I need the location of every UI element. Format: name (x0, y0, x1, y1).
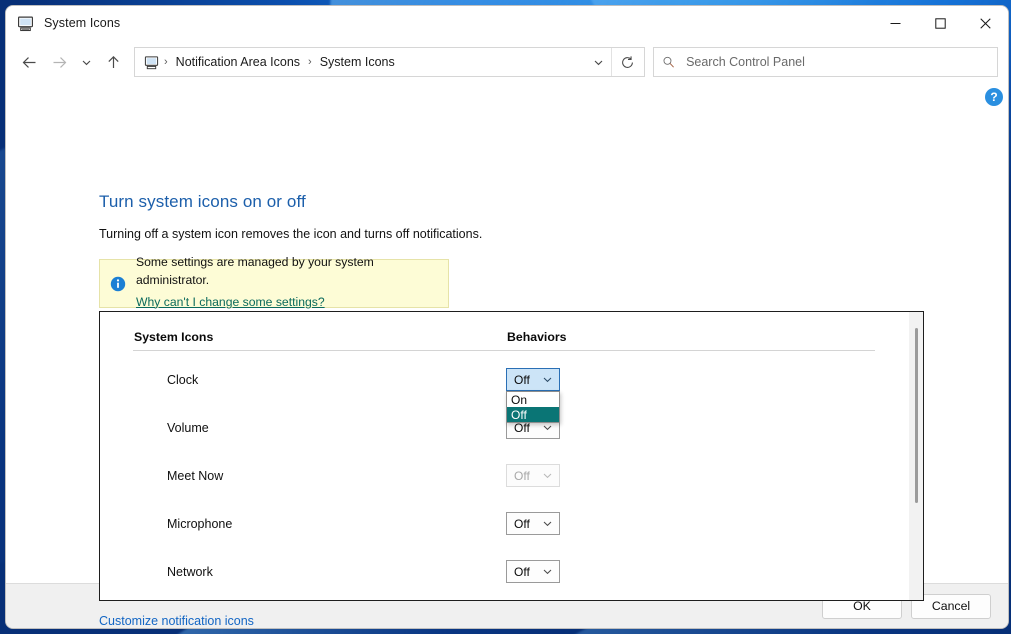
behavior-combo-meet-now: Off (506, 464, 560, 487)
system-icons-list: System Icons Behaviors Clock Off Volume … (100, 312, 923, 600)
behavior-combo-clock[interactable]: Off (506, 368, 560, 391)
info-icon (110, 276, 126, 291)
chevron-down-icon (542, 518, 553, 529)
behavior-value-network: Off (514, 564, 530, 579)
table-row: Network Off (100, 548, 875, 596)
behavior-combo-network[interactable]: Off (506, 560, 560, 583)
address-dropdown-button[interactable] (585, 48, 611, 76)
up-button[interactable] (98, 47, 128, 77)
forward-arrow-icon (53, 56, 66, 68)
control-panel-window: System Icons › Notification Area Icons ›… (5, 5, 1009, 629)
caption-buttons (873, 6, 1008, 40)
search-box[interactable] (653, 47, 998, 77)
dropdown-option-off[interactable]: Off (507, 407, 559, 422)
help-button[interactable]: ? (985, 88, 1003, 106)
chevron-down-icon (542, 422, 553, 433)
search-icon (663, 56, 674, 68)
monitor-icon (144, 55, 159, 69)
system-icons-panel: System Icons Behaviors Clock Off Volume … (99, 311, 924, 601)
column-header-behaviors: Behaviors (507, 330, 567, 344)
row-label-meet-now: Meet Now (167, 469, 224, 483)
admin-notice-message: Some settings are managed by your system… (136, 255, 374, 287)
address-bar[interactable]: › Notification Area Icons › System Icons (134, 47, 645, 77)
navigation-bar: › Notification Area Icons › System Icons (6, 40, 1008, 84)
close-icon (980, 17, 991, 29)
table-row: Clock Off (100, 356, 875, 404)
title-bar: System Icons (6, 6, 1008, 40)
maximize-icon (935, 17, 946, 29)
up-arrow-icon (107, 55, 119, 68)
dropdown-option-on[interactable]: On (507, 392, 559, 407)
monitor-icon (18, 16, 33, 31)
row-label-microphone: Microphone (167, 517, 233, 531)
table-row: Microphone Off (100, 500, 875, 548)
behavior-dropdown-list[interactable]: On Off (506, 391, 560, 423)
breadcrumb-separator: › (164, 56, 168, 68)
chevron-down-icon (82, 60, 90, 65)
row-label-clock: Clock (167, 373, 199, 387)
chevron-down-icon (542, 470, 553, 481)
table-row: Meet Now Off (100, 452, 875, 500)
close-button[interactable] (963, 6, 1008, 40)
behavior-value-clock: Off (514, 372, 530, 387)
row-label-network: Network (167, 565, 213, 579)
breadcrumb-item-system-icons[interactable]: System Icons (317, 55, 398, 69)
behavior-value-microphone: Off (514, 516, 530, 531)
scrollbar-thumb[interactable] (915, 328, 918, 503)
page-content: ? Turn system icons on or off Turning of… (6, 84, 1008, 628)
back-arrow-icon (22, 56, 35, 68)
minimize-button[interactable] (873, 6, 918, 40)
page-subtitle: Turning off a system icon removes the ic… (99, 227, 483, 241)
breadcrumb-item-notification-area-icons[interactable]: Notification Area Icons (173, 55, 303, 69)
minimize-icon (890, 22, 901, 24)
panel-scrollbar[interactable] (908, 312, 923, 600)
admin-notice-text: Some settings are managed by your system… (136, 254, 448, 313)
refresh-button[interactable] (612, 48, 642, 76)
recent-locations-button[interactable] (74, 47, 98, 77)
help-circle-icon: ? (990, 90, 998, 104)
table-row: Volume Off (100, 404, 875, 452)
forward-button[interactable] (44, 47, 74, 77)
search-input[interactable] (684, 54, 997, 70)
why-cant-i-change-settings-link[interactable]: Why can't I change some settings? (136, 294, 325, 312)
admin-notice-banner: Some settings are managed by your system… (99, 255, 449, 309)
header-divider (133, 350, 875, 351)
back-button[interactable] (14, 47, 44, 77)
row-label-volume: Volume (167, 421, 209, 435)
chevron-down-icon (542, 374, 553, 385)
column-header-system-icons: System Icons (134, 330, 214, 344)
chevron-down-icon (542, 566, 553, 577)
breadcrumb-separator: › (308, 56, 312, 68)
refresh-icon (621, 55, 633, 68)
behavior-combo-microphone[interactable]: Off (506, 512, 560, 535)
behavior-value-meet-now: Off (514, 468, 530, 483)
page-title: Turn system icons on or off (99, 192, 306, 211)
chevron-down-icon (594, 60, 602, 65)
customize-notification-icons-link[interactable]: Customize notification icons (99, 614, 254, 628)
maximize-button[interactable] (918, 6, 963, 40)
window-title: System Icons (44, 16, 121, 30)
